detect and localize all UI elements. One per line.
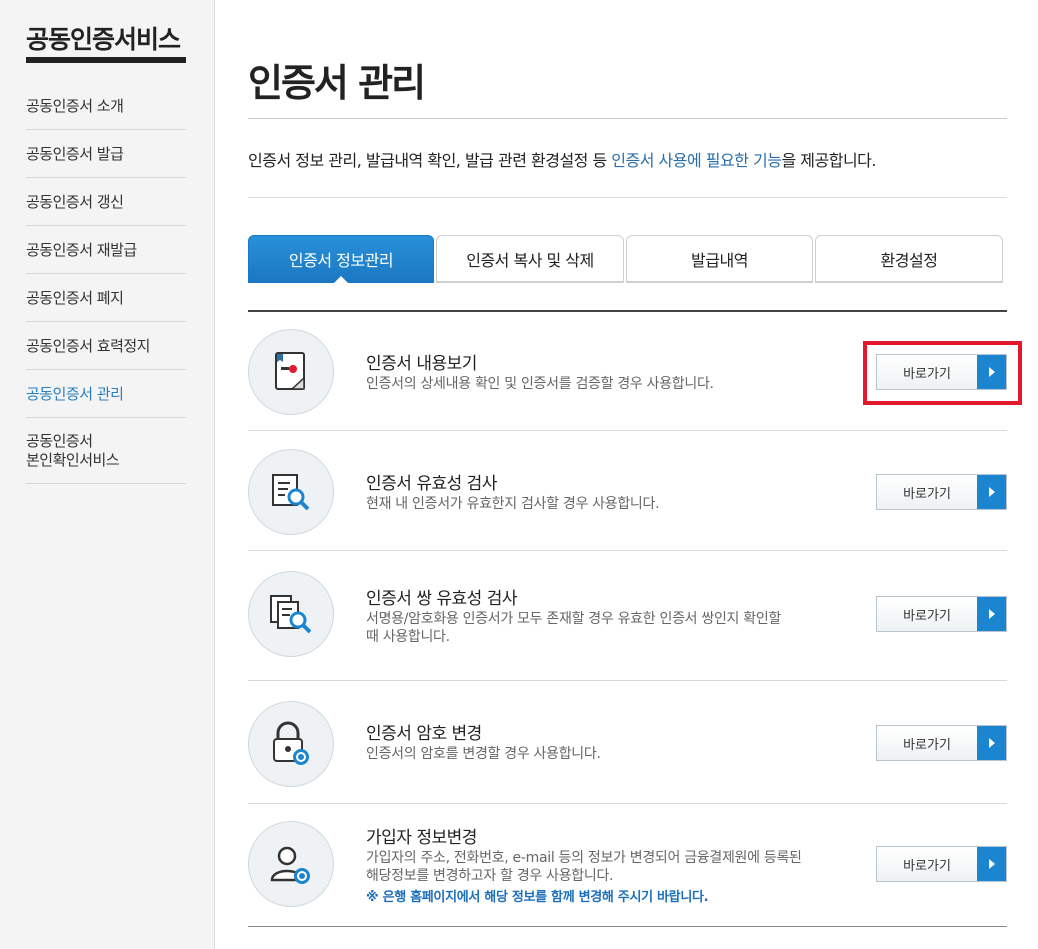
arrow-right-icon [977, 847, 1006, 881]
goto-button-label: 바로가기 [903, 737, 951, 753]
feature-row-validate: 인증서 유효성 검사 현재 내 인증서가 유효한지 검사할 경우 사용합니다. … [248, 431, 1007, 551]
goto-button-label: 바로가기 [903, 858, 951, 874]
sidebar-title: 공동인증서비스 [26, 25, 181, 54]
goto-button-label: 바로가기 [903, 608, 951, 624]
sidebar: 공동인증서비스 공동인증서 소개 공동인증서 발급 공동인증서 갱신 공동인증서… [0, 0, 215, 949]
goto-button-view[interactable]: 바로가기 [876, 354, 1007, 390]
feature-description: 가입자의 주소, 전화번호, e-mail 등의 정보가 변경되어 금융결제원에… [366, 850, 802, 884]
tab-settings[interactable]: 환경설정 [815, 235, 1003, 283]
sidebar-item-identity-service[interactable]: 공동인증서 본인확인서비스 [26, 418, 186, 484]
intro-text: 인증서 정보 관리, 발급내역 확인, 발급 관련 환경설정 등 인증서 사용에… [248, 147, 876, 171]
tab-issue-history[interactable]: 발급내역 [626, 235, 813, 283]
page-title: 인증서 관리 [248, 61, 426, 105]
arrow-right-icon [977, 726, 1006, 760]
feature-description: 현재 내 인증서가 유효한지 검사할 경우 사용합니다. [366, 496, 660, 512]
arrow-right-icon [977, 355, 1006, 389]
feature-description: 서명용/암호화용 인증서가 모두 존재할 경우 유효한 인증서 쌍인지 확인할 … [366, 611, 782, 645]
user-change-icon [248, 821, 334, 907]
intro-divider [248, 197, 1007, 198]
title-divider [248, 118, 1007, 119]
goto-button-password[interactable]: 바로가기 [876, 725, 1007, 761]
goto-button-validate[interactable]: 바로가기 [876, 474, 1007, 510]
sidebar-item-issue[interactable]: 공동인증서 발급 [26, 130, 186, 178]
arrow-right-icon [977, 597, 1006, 631]
tab-certificate-info[interactable]: 인증서 정보관리 [248, 235, 434, 283]
tab-bar: 인증서 정보관리 인증서 복사 및 삭제 발급내역 환경설정 [248, 235, 1003, 283]
goto-button-pair-validate[interactable]: 바로가기 [876, 596, 1007, 632]
sidebar-menu: 공동인증서 소개 공동인증서 발급 공동인증서 갱신 공동인증서 재발급 공동인… [26, 82, 186, 484]
certificate-pair-validate-icon [248, 571, 334, 657]
feature-title: 인증서 내용보기 [366, 354, 477, 374]
goto-button-label: 바로가기 [903, 486, 951, 502]
sidebar-item-manage[interactable]: 공동인증서 관리 [26, 370, 186, 418]
feature-row-user-info: 가입자 정보변경 가입자의 주소, 전화번호, e-mail 등의 정보가 변경… [248, 804, 1007, 927]
feature-title: 인증서 쌍 유효성 검사 [366, 589, 517, 609]
goto-button-label: 바로가기 [903, 366, 951, 382]
feature-row-view: 인증서 내용보기 인증서의 상세내용 확인 및 인증서를 검증할 경우 사용합니… [248, 312, 1007, 431]
certificate-view-icon [248, 329, 334, 415]
intro-prefix: 인증서 정보 관리, 발급내역 확인, 발급 관련 환경설정 등 [248, 151, 612, 170]
sidebar-item-renew[interactable]: 공동인증서 갱신 [26, 178, 186, 226]
feature-description: 인증서의 상세내용 확인 및 인증서를 검증할 경우 사용합니다. [366, 376, 714, 392]
feature-row-pair-validate: 인증서 쌍 유효성 검사 서명용/암호화용 인증서가 모두 존재할 경우 유효한… [248, 551, 1007, 681]
feature-title: 인증서 암호 변경 [366, 724, 482, 744]
feature-description: 인증서의 암호를 변경할 경우 사용합니다. [366, 746, 601, 762]
arrow-right-icon [977, 475, 1006, 509]
feature-title: 인증서 유효성 검사 [366, 474, 497, 494]
feature-row-password: 인증서 암호 변경 인증서의 암호를 변경할 경우 사용합니다. 바로가기 [248, 681, 1007, 804]
feature-note: ※ 은행 홈페이지에서 해당 정보를 함께 변경해 주시기 바랍니다. [366, 890, 709, 905]
intro-highlight: 인증서 사용에 필요한 기능 [611, 151, 782, 170]
certificate-validate-icon [248, 449, 334, 535]
sidebar-item-suspend[interactable]: 공동인증서 효력정지 [26, 322, 186, 370]
sidebar-title-underline [26, 57, 186, 63]
sidebar-item-revoke[interactable]: 공동인증서 폐지 [26, 274, 186, 322]
lock-change-icon [248, 701, 334, 787]
goto-button-user-info[interactable]: 바로가기 [876, 846, 1007, 882]
intro-suffix: 을 제공합니다. [781, 151, 876, 170]
sidebar-item-reissue[interactable]: 공동인증서 재발급 [26, 226, 186, 274]
tab-copy-delete[interactable]: 인증서 복사 및 삭제 [436, 235, 624, 283]
sidebar-item-intro[interactable]: 공동인증서 소개 [26, 82, 186, 130]
feature-title: 가입자 정보변경 [366, 828, 477, 848]
